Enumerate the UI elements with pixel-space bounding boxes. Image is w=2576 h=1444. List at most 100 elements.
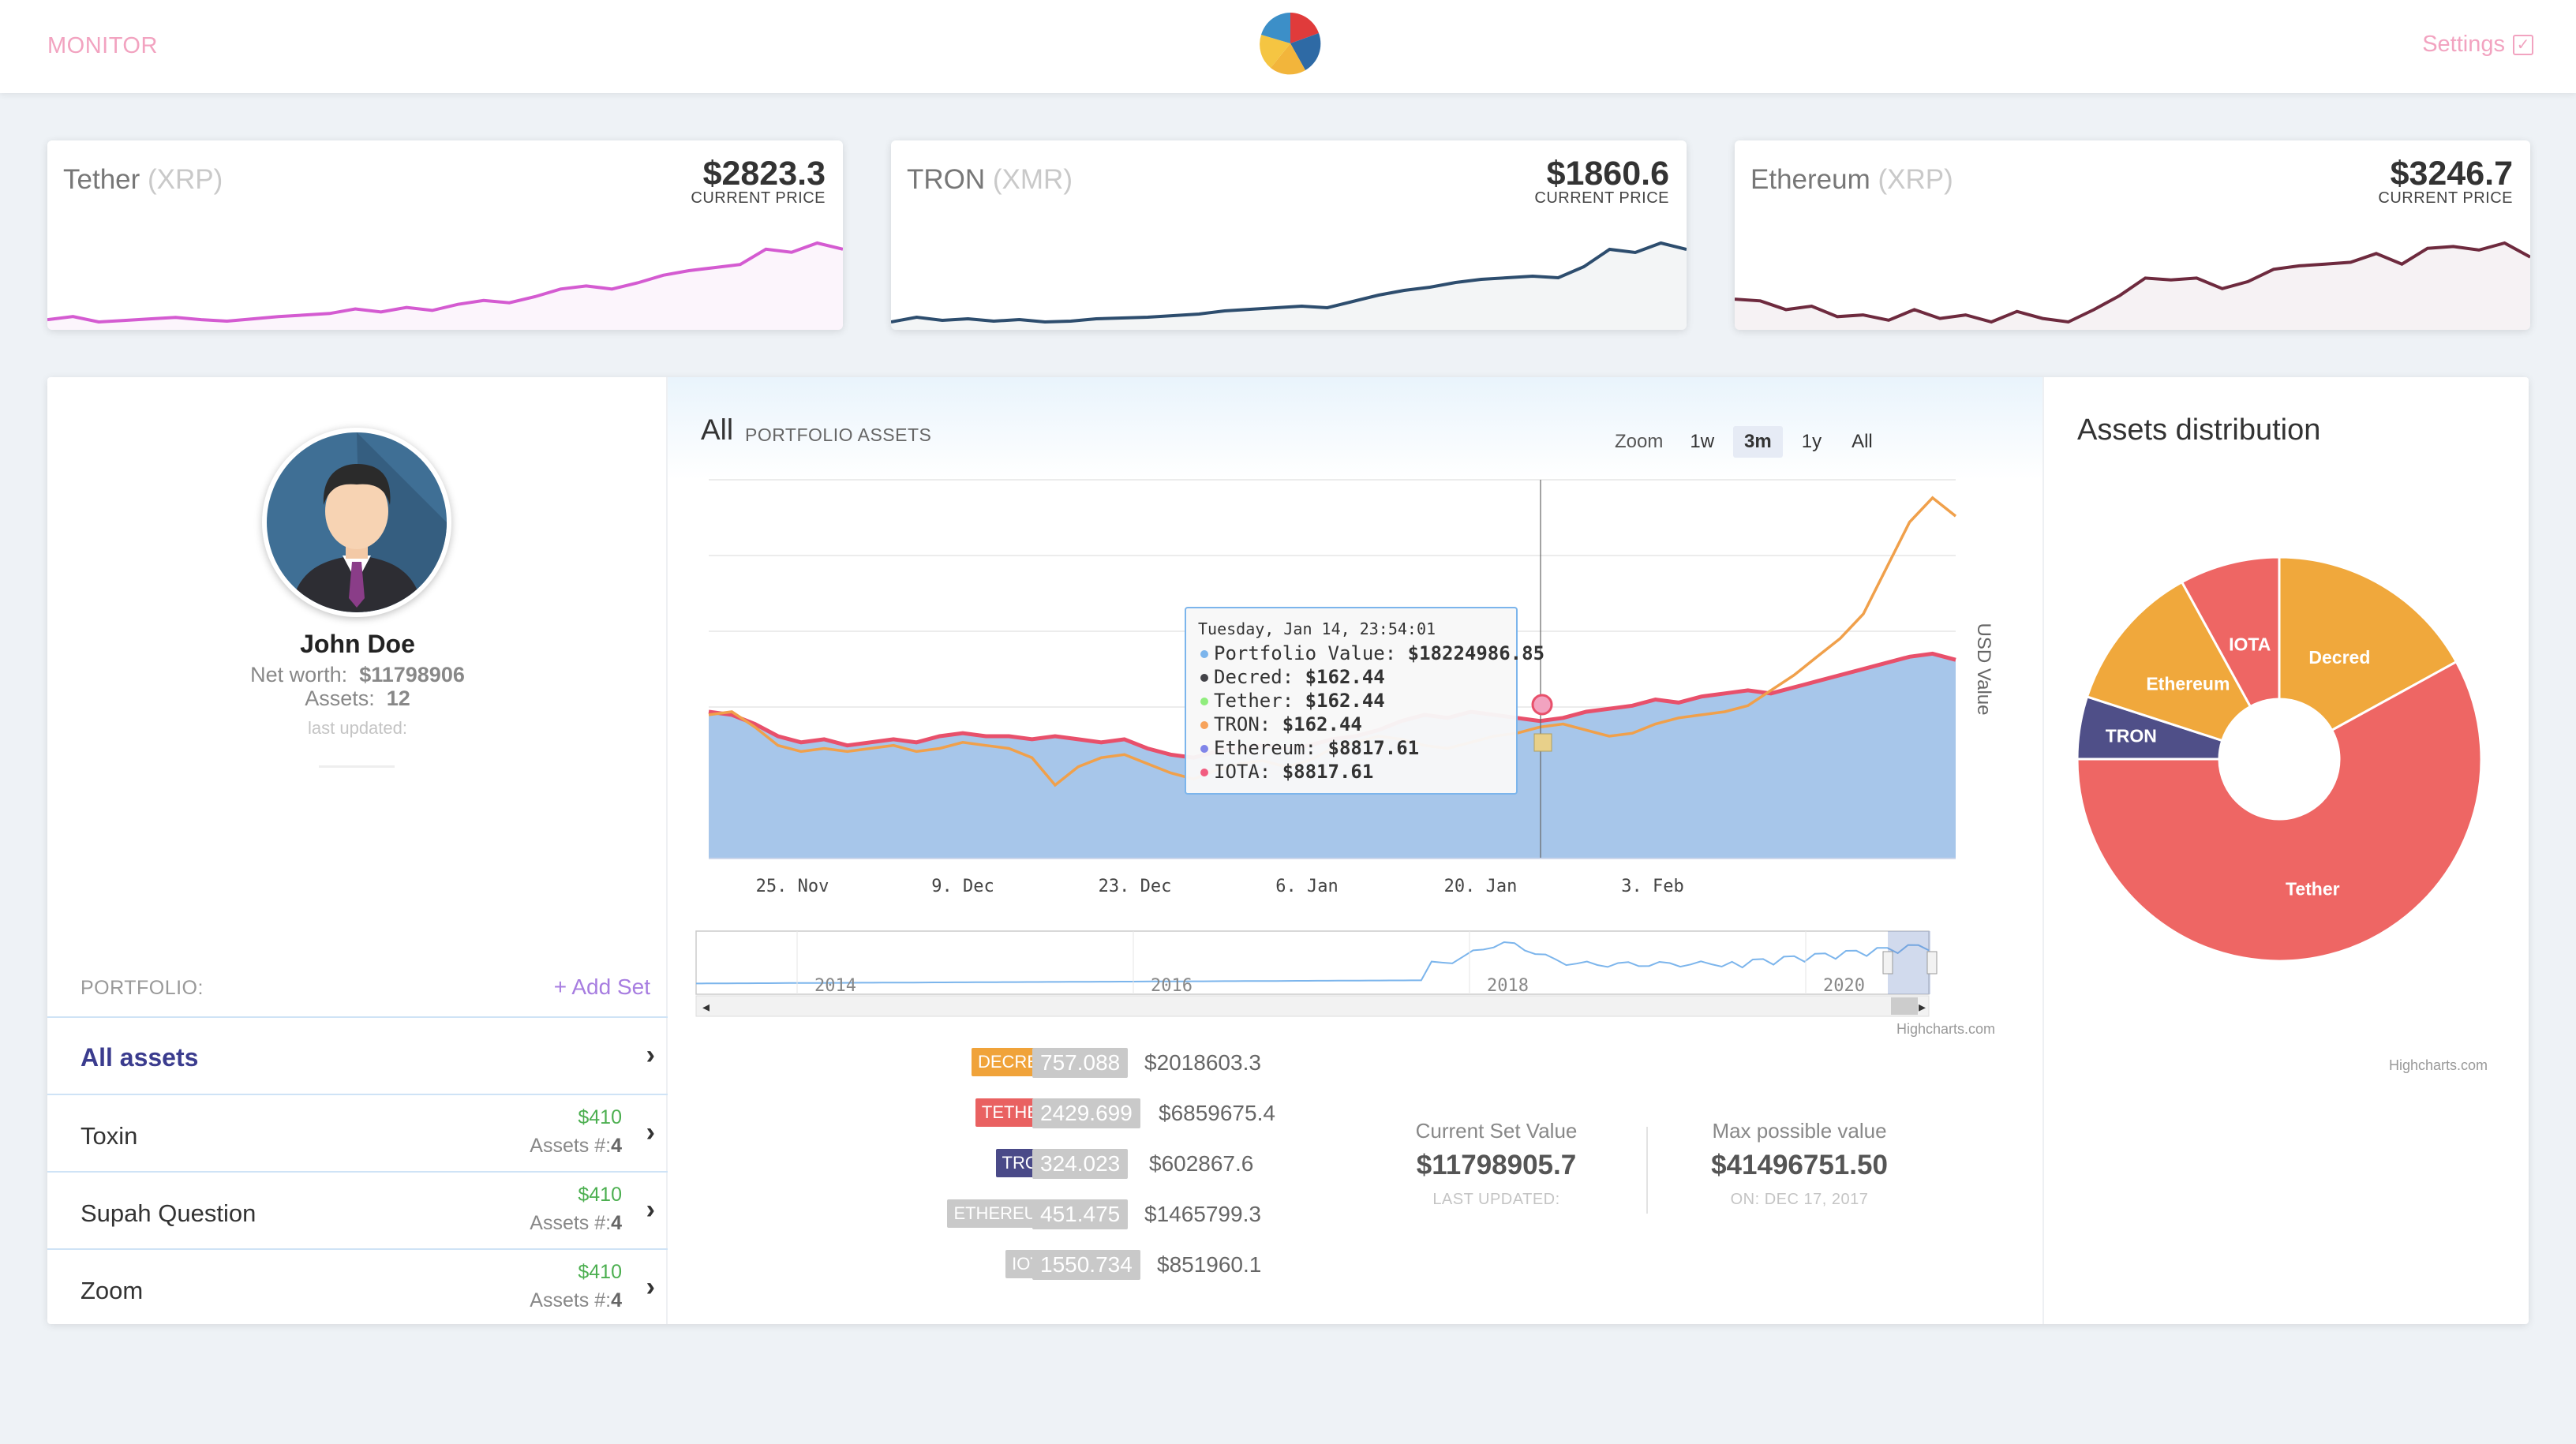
holding-value: $2018603.3 — [1144, 1050, 1261, 1075]
tooltip-bullet — [1200, 721, 1208, 729]
portfolio-item-label: Zoom — [80, 1277, 144, 1304]
chart-tooltip: Tuesday, Jan 14, 23:54:01 Portfolio Value… — [1185, 607, 1544, 795]
portfolio-item-label: Supah Question — [80, 1199, 256, 1227]
portfolio-item-count: Assets #:4 — [530, 1212, 622, 1234]
navigator-tick-label: 2014 — [814, 976, 856, 996]
set-values: Current Set Value $11798905.7 LAST UPDAT… — [1362, 1119, 1930, 1261]
portfolio-item-zoom[interactable]: Zoom $410 Assets #:4 › — [47, 1248, 668, 1324]
tooltip-row: Tether: $162.44 — [1214, 690, 1385, 712]
tooltip-row: Decred: $162.44 — [1214, 666, 1385, 688]
tooltip-row: TRON: $162.44 — [1214, 713, 1362, 735]
ticker-sparkline — [1735, 241, 2530, 330]
assets-distribution-panel: Assets distribution Decred Tether TRON Ethe… — [2042, 377, 2529, 1324]
holding-amount: 451.475 — [1032, 1199, 1129, 1229]
tooltip-marker — [1531, 694, 1553, 716]
donut-label: IOTA — [2229, 634, 2271, 655]
portfolio-item-count: Assets #:4 — [530, 1135, 622, 1157]
portfolio-chart-panel: All PORTFOLIO ASSETS Zoom 1w 3m 1y All 2… — [668, 377, 2042, 1324]
distribution-credit[interactable]: Highcharts.com — [2389, 1057, 2488, 1073]
navigator-tick-label: 2018 — [1487, 976, 1529, 996]
user-avatar-icon[interactable] — [262, 428, 451, 617]
ticker-price: $2823.3 — [702, 155, 826, 193]
holding-value: $851960.1 — [1157, 1252, 1262, 1277]
profile-name: John Doe — [300, 630, 415, 658]
divider — [319, 765, 395, 768]
divider — [1646, 1127, 1648, 1214]
navigator-selection[interactable] — [1888, 931, 1930, 994]
donut-label: Ethereum — [2146, 673, 2230, 694]
holding-amount: 1550.734 — [1032, 1250, 1140, 1280]
donut-label: Decred — [2308, 647, 2370, 668]
net-worth: Net worth: $11798906 — [250, 663, 465, 686]
navigator-handle-right[interactable] — [1926, 951, 1938, 975]
ticker-card[interactable]: Ethereum (XRP) $3246.7 CURRENT PRICE — [1735, 140, 2530, 330]
assets-donut-chart[interactable]: Decred Tether TRON Ethereum IOTA Highcharts.… — [2044, 377, 2529, 1135]
navigator-tick-label: 2020 — [1823, 976, 1865, 996]
portfolio-item-label: All assets — [80, 1043, 199, 1072]
x-tick-label: 20. Jan — [1444, 877, 1518, 896]
ticker-sparkline — [47, 241, 843, 330]
holding-amount: 757.088 — [1032, 1048, 1129, 1078]
tooltip-bullet — [1200, 769, 1208, 776]
scroll-right-icon[interactable]: ▸ — [1919, 999, 1926, 1015]
ticker-card[interactable]: Tether (XRP) $2823.3 CURRENT PRICE — [47, 140, 843, 330]
tooltip-bullet — [1200, 674, 1208, 682]
portfolio-item-count: Assets #:4 — [530, 1289, 622, 1311]
navigator[interactable]: 2014 2016 2018 2020 ◂ ▸ — [695, 930, 1938, 1017]
x-tick-label: 23. Dec — [1099, 877, 1172, 896]
add-set-button[interactable]: + Add Set — [554, 975, 650, 1000]
x-tick-label: 9. Dec — [931, 877, 994, 896]
holding-amount: 2429.699 — [1032, 1098, 1140, 1128]
x-tick-label: 6. Jan — [1275, 877, 1338, 896]
portfolio-item-supah-question[interactable]: Supah Question $410 Assets #:4 › — [47, 1171, 668, 1248]
profile-panel: John Doe Net worth: $11798906 Assets: 12… — [47, 377, 668, 1324]
last-updated: last updated: — [308, 718, 407, 738]
ticker-price: $3246.7 — [2390, 155, 2513, 193]
ticker-name: TRON (XMR) — [907, 164, 1073, 195]
ticker-price-label: CURRENT PRICE — [2378, 189, 2513, 207]
tooltip-row: Portfolio Value: $18224986.85 — [1214, 642, 1544, 664]
chevron-right-icon: › — [646, 1195, 655, 1225]
max-possible-value: Max possible value $41496751.50 ON: DEC … — [1711, 1119, 1888, 1208]
portfolio-item-toxin[interactable]: Toxin $410 Assets #:4 › — [47, 1094, 668, 1171]
settings-button[interactable]: Settings ✓ — [2422, 32, 2533, 58]
portfolio-item-label: Toxin — [80, 1122, 138, 1150]
checkbox-icon: ✓ — [2513, 34, 2533, 55]
ticker-price-label: CURRENT PRICE — [1534, 189, 1669, 207]
tooltip-bullet — [1200, 745, 1208, 753]
y-axis-label: USD Value — [1973, 623, 1994, 716]
ticker-price-label: CURRENT PRICE — [691, 189, 826, 207]
tooltip-date: Tuesday, Jan 14, 23:54:01 — [1198, 619, 1436, 638]
holding-value: $602867.6 — [1149, 1151, 1254, 1176]
portfolio-area-chart[interactable]: 25. Nov 9. Dec 23. Dec 6. Jan 20. Jan 3. Feb … — [668, 377, 2042, 1040]
scroll-left-icon[interactable]: ◂ — [702, 999, 710, 1015]
x-tick-label: 3. Feb — [1621, 877, 1683, 896]
portfolio-item-value: $410 — [578, 1261, 622, 1283]
sparkline-area — [891, 243, 1687, 330]
x-tick-label: 25. Nov — [756, 877, 829, 896]
portfolio-item-all-assets[interactable]: All assets › — [47, 1016, 668, 1094]
donut-label: TRON — [2106, 725, 2157, 746]
ticker-name: Tether (XRP) — [63, 164, 223, 195]
main-panel: John Doe Net worth: $11798906 Assets: 12… — [47, 377, 2529, 1324]
assets-count: Assets: 12 — [305, 686, 410, 710]
navigator-scrollbar[interactable] — [695, 995, 1930, 1017]
ticker-name: Ethereum (XRP) — [1750, 164, 1953, 195]
chevron-right-icon: › — [646, 1117, 655, 1147]
portfolio-label: PORTFOLIO: — [80, 977, 204, 999]
portfolio-item-value: $410 — [578, 1184, 622, 1206]
holding-amount: 324.023 — [1032, 1149, 1129, 1179]
tooltip-bullet — [1200, 650, 1208, 658]
navigator-handle-left[interactable] — [1882, 951, 1893, 975]
tooltip-row: IOTA: $8817.61 — [1214, 761, 1373, 783]
scrollbar-thumb[interactable] — [1891, 997, 1918, 1015]
donut-label: Tether — [2286, 879, 2340, 900]
brand-title[interactable]: MONITOR — [47, 33, 158, 59]
chart-credit[interactable]: Highcharts.com — [1896, 1021, 1995, 1037]
tooltip-bullet — [1200, 698, 1208, 705]
ticker-card[interactable]: TRON (XMR) $1860.6 CURRENT PRICE — [891, 140, 1687, 330]
top-bar: MONITOR Settings ✓ — [0, 0, 2576, 93]
chevron-right-icon: › — [646, 1272, 655, 1302]
pie-logo-icon[interactable] — [1256, 9, 1324, 77]
ticker-price: $1860.6 — [1546, 155, 1669, 193]
